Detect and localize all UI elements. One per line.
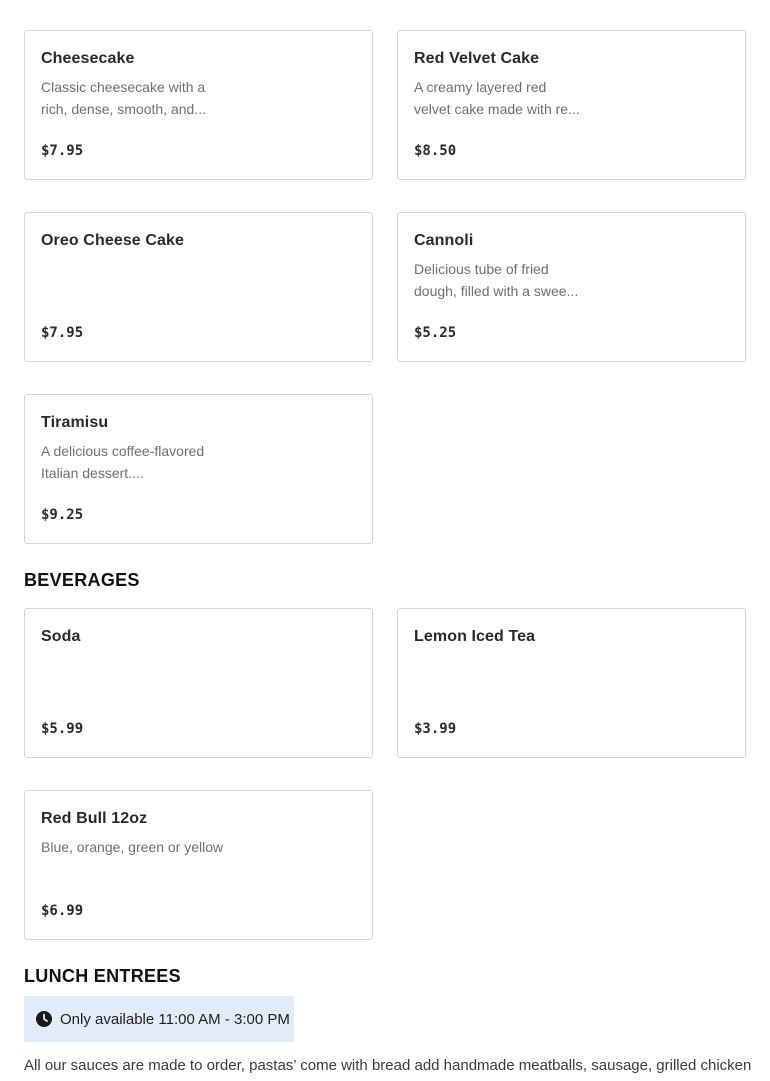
item-description: A creamy layered red velvet cake made wi… <box>414 79 580 117</box>
item-name: Red Bull 12oz <box>41 810 148 827</box>
section-title-lunch-entrees: LUNCH ENTREES <box>24 966 181 986</box>
menu-item-card[interactable]: Red Velvet Cake A creamy layered red vel… <box>397 30 746 180</box>
menu-item-card[interactable]: Oreo Cheese Cake $7.95 <box>24 212 373 362</box>
menu-item-card[interactable]: Soda $5.99 <box>24 608 373 758</box>
menu-item-card[interactable]: Cheesecake Classic cheesecake with a ric… <box>24 30 373 180</box>
item-price: $3.99 <box>414 721 457 737</box>
item-name: Cannoli <box>414 232 474 249</box>
clock-icon <box>36 1011 52 1027</box>
item-name: Tiramisu <box>41 414 109 431</box>
item-description: Classic cheesecake with a rich, dense, s… <box>41 79 206 117</box>
availability-banner: Only available 11:00 AM - 3:00 PM <box>24 996 294 1042</box>
item-price: $9.25 <box>41 507 84 523</box>
item-price: $7.95 <box>41 143 84 159</box>
item-price: $7.95 <box>41 325 84 341</box>
item-price: $5.25 <box>414 325 457 341</box>
menu-item-card[interactable]: Lemon Iced Tea $3.99 <box>397 608 746 758</box>
item-name: Cheesecake <box>41 50 135 67</box>
item-name: Red Velvet Cake <box>414 50 540 67</box>
item-name: Lemon Iced Tea <box>414 628 536 645</box>
section-title-beverages: BEVERAGES <box>24 570 140 590</box>
availability-text: Only available 11:00 AM - 3:00 PM <box>60 1010 290 1028</box>
item-description: Blue, orange, green or yellow <box>41 839 224 855</box>
menu-item-card[interactable]: Tiramisu A delicious coffee-flavored Ita… <box>24 394 373 544</box>
item-description: Delicious tube of fried dough, filled wi… <box>414 261 579 299</box>
item-name: Soda <box>41 628 81 645</box>
item-price: $6.99 <box>41 903 84 919</box>
item-price: $5.99 <box>41 721 84 737</box>
menu-item-card[interactable]: Red Bull 12oz Blue, orange, green or yel… <box>24 790 373 940</box>
menu-item-card[interactable]: Cannoli Delicious tube of fried dough, f… <box>397 212 746 362</box>
section-note: All our sauces are made to order, pastas… <box>24 1057 752 1081</box>
item-price: $8.50 <box>414 143 457 159</box>
item-name: Oreo Cheese Cake <box>41 232 185 249</box>
item-description: A delicious coffee-flavored Italian dess… <box>41 443 205 481</box>
